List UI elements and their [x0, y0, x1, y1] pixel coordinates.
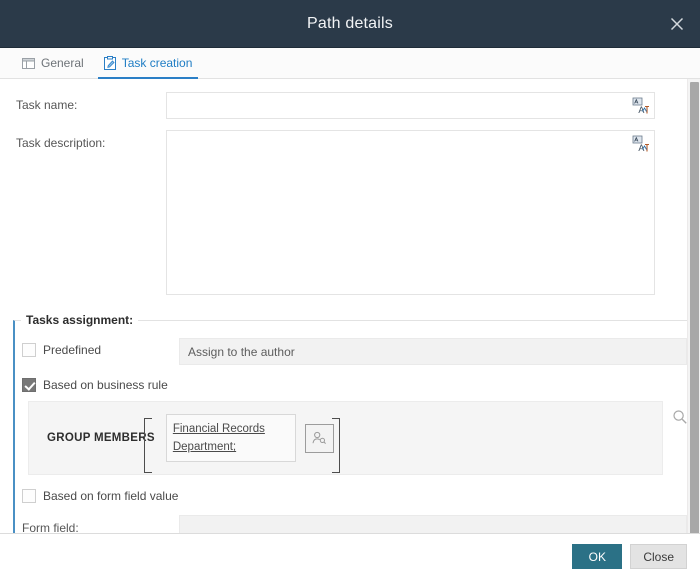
group-members-label: GROUP MEMBERS: [47, 432, 155, 444]
search-icon[interactable]: [672, 409, 688, 425]
scrollbar-thumb[interactable]: [690, 82, 699, 533]
business-rule-label: Based on business rule: [43, 378, 168, 392]
task-name-row: Task name: A: [0, 92, 690, 119]
path-details-dialog: Path details General Task creation Task …: [0, 0, 700, 579]
ok-button[interactable]: OK: [572, 544, 623, 569]
task-description-row: Task description: A: [0, 130, 690, 295]
dialog-footer: OK Close: [0, 533, 700, 579]
close-button[interactable]: Close: [630, 544, 687, 569]
predefined-checkbox[interactable]: [22, 343, 36, 357]
group-members-value-link[interactable]: Financial Records Department;: [173, 423, 265, 453]
form-field-label: Form field:: [22, 521, 79, 533]
task-name-input-wrap: A: [166, 92, 655, 119]
task-name-label: Task name:: [16, 98, 78, 112]
form-field-value-box[interactable]: [179, 515, 687, 533]
business-rule-checkbox[interactable]: [22, 378, 36, 392]
tasks-assignment-legend: Tasks assignment:: [21, 313, 139, 327]
translate-icon[interactable]: A: [632, 135, 650, 153]
task-name-input[interactable]: [167, 93, 654, 118]
tab-task-creation[interactable]: Task creation: [94, 48, 203, 79]
task-description-label: Task description:: [16, 136, 106, 150]
business-rule-row: Based on business rule: [15, 378, 688, 392]
business-rule-box: GROUP MEMBERS Financial Records Departme…: [28, 401, 687, 475]
group-members-value[interactable]: Financial Records Department;: [165, 414, 296, 462]
task-description-input-wrap: A: [166, 130, 655, 295]
tasks-assignment-panel: Tasks assignment: Predefined Assign to t…: [13, 313, 688, 533]
dialog-title: Path details: [306, 14, 393, 32]
form-field-value-checkbox[interactable]: [22, 489, 36, 503]
predefined-value: Assign to the author: [179, 338, 687, 365]
tabstrip: General Task creation: [0, 48, 700, 79]
vertical-scrollbar[interactable]: [687, 79, 700, 533]
dialog-body: Task name: A Task description: A Tasks a…: [0, 79, 700, 533]
tab-general-label: General: [41, 56, 84, 70]
predefined-row: Predefined Assign to the author: [15, 338, 688, 365]
tab-general[interactable]: General: [12, 48, 94, 78]
predefined-checkbox-group: Predefined: [22, 338, 179, 357]
form-field-value-row: Based on form field value: [15, 489, 688, 503]
tab-task-creation-label: Task creation: [121, 56, 193, 70]
form-field-row: Form field:: [15, 515, 688, 533]
dialog-body-content: Task name: A Task description: A Tasks a…: [0, 79, 690, 533]
window-layout-icon: [22, 57, 35, 69]
form-field-value-label: Based on form field value: [43, 489, 179, 503]
task-description-input[interactable]: [167, 131, 654, 294]
group-members-token: GROUP MEMBERS Financial Records Departme…: [37, 414, 344, 473]
close-icon[interactable]: [654, 0, 700, 47]
translate-icon[interactable]: A: [632, 97, 650, 115]
predefined-label: Predefined: [43, 343, 102, 357]
dialog-titlebar: Path details: [0, 0, 700, 48]
person-add-icon[interactable]: [304, 423, 334, 453]
clipboard-edit-icon: [103, 56, 116, 70]
